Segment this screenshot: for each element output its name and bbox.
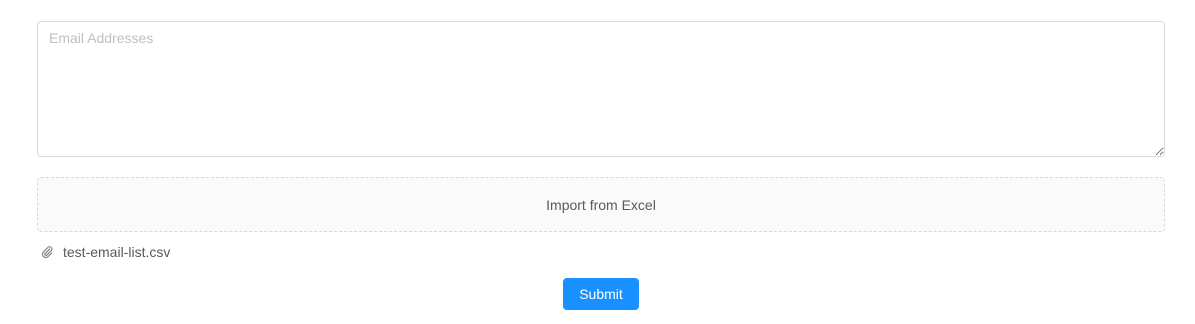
import-excel-label: Import from Excel <box>546 196 656 213</box>
email-import-form: Import from Excel test-email-list.csv Su… <box>0 0 1195 324</box>
paperclip-icon <box>40 245 54 259</box>
import-excel-dropzone[interactable]: Import from Excel <box>37 177 1165 232</box>
email-addresses-field[interactable] <box>37 21 1165 157</box>
submit-button[interactable]: Submit <box>563 278 639 310</box>
uploaded-file-item[interactable]: test-email-list.csv <box>40 242 170 262</box>
uploaded-file-name: test-email-list.csv <box>63 244 171 260</box>
